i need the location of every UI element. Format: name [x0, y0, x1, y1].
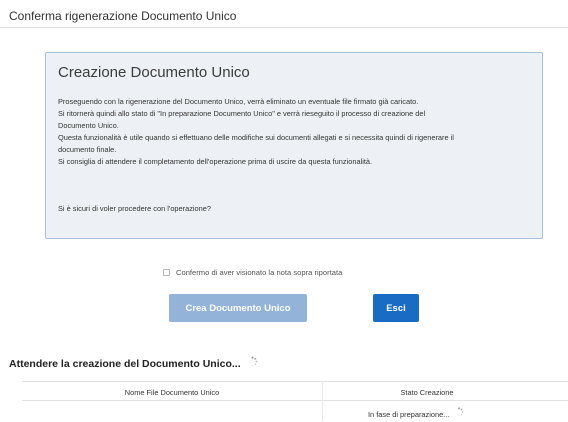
cell-status: In fase di preparazione...: [368, 407, 464, 419]
progress-heading-text: Attendere la creazione del Documento Uni…: [9, 358, 241, 370]
column-divider: [322, 381, 323, 421]
info-line: Si ritornerà quindi allo stato di "In pr…: [58, 109, 426, 119]
info-line: Documento Unico.: [58, 121, 119, 131]
exit-button[interactable]: Esci: [373, 294, 419, 322]
info-line: Si consiglia di attendere il completamen…: [58, 157, 373, 167]
title-divider: [0, 27, 568, 28]
info-panel: Creazione Documento Unico Proseguendo co…: [45, 52, 543, 239]
column-header-status: Stato Creazione: [400, 388, 454, 397]
table-header-row: Nome File Documento Unico Stato Creazion…: [22, 381, 568, 401]
info-line: documento finale.: [58, 145, 117, 155]
table-row: In fase di preparazione...: [22, 402, 568, 422]
info-panel-heading: Creazione Documento Unico: [58, 64, 250, 81]
loading-spinner-icon: [454, 407, 464, 417]
create-document-button[interactable]: Crea Documento Unico: [169, 294, 307, 322]
info-panel-body: Proseguendo con la rigenerazione del Doc…: [58, 96, 534, 169]
progress-heading: Attendere la creazione del Documento Uni…: [9, 355, 258, 370]
cell-status-text: In fase di preparazione...: [368, 409, 450, 419]
loading-spinner-icon: [247, 355, 258, 367]
info-panel-question: Si è sicuri di voler procedere con l'ope…: [58, 204, 212, 213]
creation-table: Nome File Documento Unico Stato Creazion…: [22, 381, 568, 421]
confirm-checkbox-row[interactable]: Confermo di aver visionato la nota sopra…: [163, 267, 342, 278]
confirm-checkbox-label: Confermo di aver visionato la nota sopra…: [176, 268, 343, 277]
info-line: Proseguendo con la rigenerazione del Doc…: [58, 97, 419, 106]
page-title: Conferma rigenerazione Documento Unico: [9, 9, 237, 23]
confirm-checkbox[interactable]: [163, 269, 170, 276]
column-header-file-name: Nome File Documento Unico: [124, 388, 220, 397]
info-line: Questa funzionalità è utile quando si ef…: [58, 133, 454, 143]
